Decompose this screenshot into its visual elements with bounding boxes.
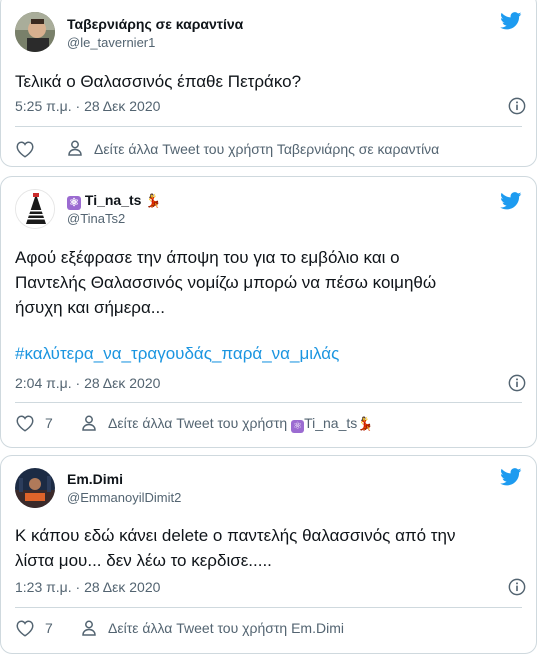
atom-emoji-icon: ⚛: [291, 420, 305, 433]
info-icon[interactable]: [508, 97, 526, 115]
person-icon: [68, 140, 82, 156]
tweet-text-line: λίστα μου... δεν λέω το κερδισε.....: [15, 551, 272, 570]
more-tweets-link[interactable]: Δείτε άλλα Tweet του χρήστη Ταβερνιάρης …: [94, 141, 439, 157]
dancer-emoji-icon: 💃: [145, 193, 162, 208]
tweet-text-line: Παντελής Θαλασσινός νομίζω μπορώ να πέσω…: [15, 273, 437, 292]
twitter-bird-icon[interactable]: [500, 192, 522, 210]
person-icon: [82, 620, 96, 636]
dancer-emoji-icon: 💃: [357, 416, 374, 431]
avatar[interactable]: [15, 468, 55, 508]
tweet-timestamp[interactable]: 1:23 π.μ. · 28 Δεκ 2020: [15, 579, 160, 595]
tweet-timestamp[interactable]: 2:04 π.μ. · 28 Δεκ 2020: [15, 375, 160, 391]
more-tweets-link[interactable]: Δείτε άλλα Tweet του χρήστη ⚛ Ti_na_ts💃: [108, 415, 373, 433]
person-icon: [82, 415, 96, 431]
tweet-text-line: Τελικά ο Θαλασσινός έπαθε Πετράκο?: [15, 72, 302, 91]
author-name[interactable]: Ταβερνιάρης σε καραντίνα: [67, 16, 243, 32]
tweet-timestamp[interactable]: 5:25 π.μ. · 28 Δεκ 2020: [15, 98, 160, 114]
heart-icon[interactable]: [15, 414, 35, 432]
like-count: 7: [45, 415, 53, 431]
author-handle[interactable]: @EmmanoyilDimit2: [67, 490, 181, 505]
avatar[interactable]: [15, 12, 55, 52]
tweet-text-line: ήσυχη και σήμερα...: [15, 298, 165, 317]
avatar-image: [16, 190, 54, 228]
twitter-bird-icon[interactable]: [500, 468, 522, 486]
divider: [15, 607, 522, 608]
more-tweets-link[interactable]: Δείτε άλλα Tweet του χρήστη Em.Dimi: [108, 620, 344, 636]
tweet-text-line: Αφού εξέφρασε την άποψη του για το εμβόλ…: [15, 248, 400, 267]
info-icon[interactable]: [508, 578, 526, 596]
author-name[interactable]: Em.Dimi: [67, 471, 123, 487]
like-count: 7: [45, 620, 53, 636]
tweet-text: Τελικά ο Θαλασσινός έπαθε Πετράκο?: [15, 69, 525, 94]
info-icon[interactable]: [508, 374, 526, 392]
avatar[interactable]: [15, 189, 55, 229]
tweet-card: Em.Dimi @EmmanoyilDimit2 Κ κάπου εδώ κάν…: [0, 455, 537, 654]
tweet-text-line: Κ κάπου εδώ κάνει delete ο παντελής θαλα…: [15, 526, 456, 545]
twitter-bird-icon[interactable]: [500, 12, 522, 30]
tweet-card: ⚛ Ti_na_ts 💃 @TinaTs2 Αφού εξέφρασε την …: [0, 176, 537, 448]
heart-icon[interactable]: [15, 140, 35, 158]
hashtag-link[interactable]: #καλύτερα_να_τραγουδάς_παρά_να_μιλάς: [15, 344, 339, 364]
more-tweets-name: Ti_na_ts: [304, 415, 358, 431]
more-tweets-label: Δείτε άλλα Tweet του χρήστη: [108, 415, 288, 431]
divider: [15, 402, 522, 403]
author-handle[interactable]: @TinaTs2: [67, 211, 125, 226]
author-handle[interactable]: @le_tavernier1: [67, 35, 155, 50]
tweet-card: Ταβερνιάρης σε καραντίνα @le_tavernier1 …: [0, 0, 537, 167]
avatar-image: [15, 468, 55, 508]
heart-icon[interactable]: [15, 619, 35, 637]
author-name[interactable]: ⚛ Ti_na_ts 💃: [67, 192, 162, 210]
atom-emoji-icon: ⚛: [67, 196, 81, 210]
avatar-image: [15, 12, 55, 52]
divider: [15, 126, 522, 127]
tweet-text: Κ κάπου εδώ κάνει delete ο παντελής θαλα…: [15, 523, 525, 573]
tweet-text: Αφού εξέφρασε την άποψη του για το εμβόλ…: [15, 245, 525, 320]
author-name-text: Ti_na_ts: [84, 192, 142, 208]
